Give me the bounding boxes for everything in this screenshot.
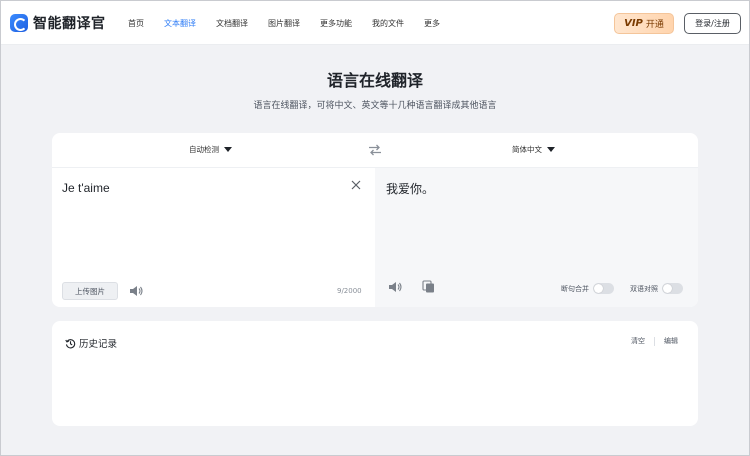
divider — [654, 336, 655, 346]
top-nav-bar: 智能翻译官 首页 文本翻译 文档翻译 图片翻译 更多功能 我的文件 更多 VIP… — [1, 1, 749, 45]
history-title: 历史记录 — [79, 339, 118, 350]
logo[interactable]: 智能翻译官 — [10, 13, 106, 33]
sentence-merge-toggle[interactable]: 断句合并 — [561, 283, 614, 294]
nav-item-text-translate[interactable]: 文本翻译 — [164, 18, 196, 29]
speaker-icon[interactable] — [387, 280, 403, 294]
bilingual-toggle[interactable]: 双语对照 — [630, 283, 683, 294]
logo-icon — [10, 14, 28, 32]
target-pane: 我爱你。 断句合并 双语对照 — [375, 168, 698, 307]
clear-history-button[interactable]: 清空 — [631, 336, 645, 346]
vip-action-label: 开通 — [645, 20, 664, 30]
page-subtitle: 语言在线翻译，可将中文、英文等十几种语言翻译成其他语言 — [253, 101, 497, 111]
history-header: 历史记录 — [65, 336, 117, 350]
target-language-label: 简体中文 — [512, 145, 542, 154]
translator-card: 自动检测 简体中文 Je t'aime 上传图片 9/2000 我爱你。 断句合… — [52, 133, 698, 307]
close-icon[interactable] — [350, 179, 362, 191]
main-nav: 首页 文本翻译 文档翻译 图片翻译 更多功能 我的文件 更多 — [128, 1, 460, 45]
copy-icon[interactable] — [422, 280, 435, 293]
target-language-select[interactable]: 简体中文 — [512, 144, 555, 155]
caret-down-icon — [547, 147, 555, 152]
history-actions: 清空 编辑 — [631, 336, 678, 346]
page-title: 语言在线翻译 — [326, 71, 423, 90]
nav-item-home[interactable]: 首页 — [128, 18, 144, 29]
login-register-button[interactable]: 登录/注册 — [684, 13, 741, 34]
source-language-select[interactable]: 自动检测 — [189, 144, 232, 155]
source-pane[interactable]: Je t'aime 上传图片 9/2000 — [52, 168, 375, 307]
nav-item-my-files[interactable]: 我的文件 — [372, 18, 404, 29]
speaker-icon[interactable] — [128, 284, 144, 298]
translated-text: 我爱你。 — [386, 182, 435, 196]
sentence-merge-switch[interactable] — [593, 283, 614, 294]
language-bar: 自动检测 简体中文 — [52, 133, 698, 168]
sentence-merge-label: 断句合并 — [561, 284, 589, 293]
history-card: 历史记录 清空 编辑 — [52, 321, 698, 426]
bilingual-switch[interactable] — [662, 283, 683, 294]
history-icon — [65, 338, 76, 348]
nav-item-doc-translate[interactable]: 文档翻译 — [216, 18, 248, 29]
nav-item-more[interactable]: 更多 — [424, 18, 440, 29]
vip-button[interactable]: VIP 开通 — [614, 13, 674, 34]
char-count: 9/2000 — [337, 287, 362, 295]
source-language-label: 自动检测 — [189, 145, 219, 154]
app-name: 智能翻译官 — [33, 16, 106, 32]
nav-item-more-features[interactable]: 更多功能 — [320, 18, 352, 29]
swap-icon[interactable] — [368, 144, 382, 156]
nav-item-image-translate[interactable]: 图片翻译 — [268, 18, 300, 29]
caret-down-icon — [224, 147, 232, 152]
upload-image-button[interactable]: 上传图片 — [62, 282, 118, 300]
vip-label: VIP — [624, 18, 643, 29]
source-text-input[interactable]: Je t'aime — [62, 181, 110, 195]
edit-history-button[interactable]: 编辑 — [664, 336, 678, 346]
bilingual-label: 双语对照 — [630, 284, 658, 293]
